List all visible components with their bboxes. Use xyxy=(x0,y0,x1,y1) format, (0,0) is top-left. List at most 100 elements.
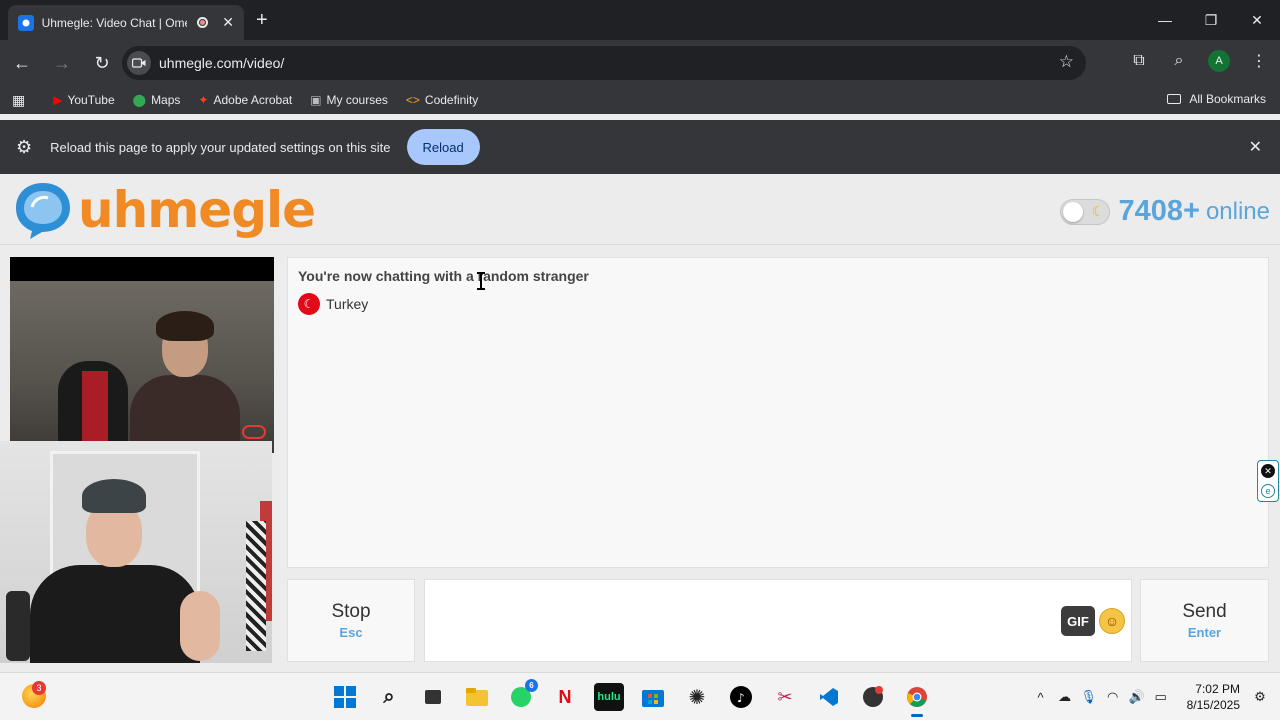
taskbar-apps: ⌕ 6 N hulu ✺ ♪ ✂ xyxy=(330,679,932,717)
obs-icon[interactable] xyxy=(858,683,888,711)
menu-kebab-icon[interactable]: ⋮ xyxy=(1248,51,1270,71)
uhmegle-logo[interactable]: uhmegle xyxy=(12,179,316,241)
apps-grid-icon[interactable]: ▦ xyxy=(12,92,25,109)
system-tray: ^ ☁ 🎙 ◠ 🔊 ▭ 7:02 PM 8/15/2025 ⚙ xyxy=(1029,673,1280,720)
message-input[interactable]: GIF ☺ xyxy=(424,579,1132,662)
all-bookmarks-button[interactable]: All Bookmarks xyxy=(1167,92,1266,106)
chat-status-message: You're now chatting with a random strang… xyxy=(298,268,589,284)
window-close-icon[interactable]: ✕ xyxy=(1234,0,1280,40)
browser-tab[interactable]: Uhmegle: Video Chat | Ome ✕ xyxy=(8,5,244,40)
maps-icon: ⬤ xyxy=(132,93,147,107)
self-cap xyxy=(82,479,146,513)
clock-date: 8/15/2025 xyxy=(1186,698,1240,712)
bookmark-youtube[interactable]: ▶ YouTube xyxy=(53,93,114,107)
country-name: Turkey xyxy=(326,296,369,312)
wifi-icon[interactable]: ◠ xyxy=(1101,689,1125,705)
bookmark-label: Codefinity xyxy=(424,93,479,107)
microsoft-store-icon[interactable] xyxy=(638,683,668,711)
new-tab-button[interactable]: + xyxy=(256,9,268,32)
widget-close-icon[interactable]: ✕ xyxy=(1261,464,1275,478)
tab-close-icon[interactable]: ✕ xyxy=(222,14,234,31)
moon-icon: ☾ xyxy=(1091,202,1105,219)
bookmark-adobe-acrobat[interactable]: ✦ Adobe Acrobat xyxy=(198,93,292,107)
bookmark-my-courses[interactable]: ▣ My courses xyxy=(310,93,388,107)
bookmark-star-icon[interactable]: ☆ xyxy=(1059,52,1074,72)
stop-label: Stop xyxy=(331,601,371,622)
courses-icon: ▣ xyxy=(310,93,322,107)
extensions-icon[interactable]: ⧉ xyxy=(1128,52,1150,70)
clock[interactable]: 7:02 PM 8/15/2025 xyxy=(1187,681,1240,713)
self-arm xyxy=(180,591,220,661)
self-video xyxy=(0,441,272,663)
bookmarks-bar: ▦ ▶ YouTube ⬤ Maps ✦ Adobe Acrobat ▣ My cour… xyxy=(0,86,1280,114)
send-label: Send xyxy=(1182,601,1227,622)
widgets-badge: 3 xyxy=(32,681,46,695)
online-count: 7408+ xyxy=(1118,195,1200,227)
stranger-hair xyxy=(156,311,214,341)
uhmegle-page: uhmegle ☾ 7408+ online You're now chatti… xyxy=(0,175,1280,672)
onedrive-icon[interactable]: ☁ xyxy=(1053,689,1077,705)
bookmark-maps[interactable]: ⬤ Maps xyxy=(133,93,181,107)
tiktok-icon[interactable]: ♪ xyxy=(726,683,756,711)
toggle-knob xyxy=(1063,201,1084,222)
chair xyxy=(6,591,30,661)
logo-text: uhmegle xyxy=(78,181,316,239)
netflix-icon[interactable]: N xyxy=(550,683,580,711)
reload-icon[interactable]: ↻ xyxy=(84,45,120,81)
like-heart-icon[interactable] xyxy=(242,425,266,439)
search-icon[interactable]: ⌕ xyxy=(374,683,404,711)
restore-icon[interactable]: ❐ xyxy=(1188,0,1234,40)
clock-time: 7:02 PM xyxy=(1195,682,1240,696)
widget-e-icon[interactable]: e xyxy=(1261,484,1275,498)
gaming-chair-stripe xyxy=(82,371,108,441)
microphone-icon[interactable]: 🎙 xyxy=(1077,689,1101,705)
emoji-icon[interactable]: ☺ xyxy=(1099,608,1125,634)
vscode-icon[interactable] xyxy=(814,683,844,711)
chrome-icon[interactable] xyxy=(902,683,932,717)
snipping-tool-icon[interactable]: ✂ xyxy=(770,683,800,711)
browser-toolbar: ← → ↻ uhmegle.com/video/ ☆ ⧉ ⌕ A ⋮ xyxy=(0,40,1280,86)
address-bar[interactable]: uhmegle.com/video/ ☆ xyxy=(122,46,1086,80)
side-widget[interactable]: ✕ e xyxy=(1257,460,1279,502)
notifications-icon[interactable]: ⚙ xyxy=(1248,689,1272,705)
bookmark-codefinity[interactable]: <> Codefinity xyxy=(406,93,478,107)
site-camera-icon[interactable] xyxy=(127,51,151,75)
task-view-icon[interactable] xyxy=(418,683,448,711)
url-text: uhmegle.com/video/ xyxy=(159,55,285,71)
reload-button[interactable]: Reload xyxy=(406,129,480,165)
minimize-icon[interactable]: — xyxy=(1142,0,1188,40)
chevron-up-icon[interactable]: ^ xyxy=(1029,690,1053,705)
gif-button[interactable]: GIF xyxy=(1061,606,1095,636)
profile-avatar[interactable]: A xyxy=(1208,50,1230,72)
battery-icon[interactable]: ▭ xyxy=(1149,689,1173,705)
back-icon[interactable]: ← xyxy=(4,45,40,81)
turkey-flag-icon: ☾ xyxy=(298,293,320,315)
self-body xyxy=(30,565,200,663)
youtube-icon: ▶ xyxy=(53,93,63,107)
hulu-icon[interactable]: hulu xyxy=(594,683,624,711)
acrobat-icon: ✦ xyxy=(198,93,209,107)
send-button[interactable]: Send Enter xyxy=(1140,579,1269,662)
infobar-close-icon[interactable]: ✕ xyxy=(1249,137,1262,157)
site-header: uhmegle ☾ 7408+ online xyxy=(0,175,1280,245)
uhmegle-favicon-icon xyxy=(18,14,34,31)
tab-search-icon[interactable]: ⌕ xyxy=(1168,52,1190,70)
bookmark-label: Adobe Acrobat xyxy=(213,93,293,107)
whatsapp-icon[interactable]: 6 xyxy=(506,679,538,711)
windows-taskbar: 3 ⌕ 6 N hulu ✺ ♪ ✂ ^ ☁ 🎙 ◠ 🔊 ▭ 7:02 PM 8… xyxy=(0,672,1280,720)
file-explorer-icon[interactable] xyxy=(462,683,492,711)
chatgpt-icon[interactable]: ✺ xyxy=(682,683,712,711)
recording-indicator-icon xyxy=(197,17,209,28)
bookmark-label: YouTube xyxy=(67,93,115,107)
codefinity-icon: <> xyxy=(405,93,420,107)
tab-title: Uhmegle: Video Chat | Ome xyxy=(41,15,188,30)
chat-log[interactable]: You're now chatting with a random strang… xyxy=(287,257,1269,568)
infobar-message: Reload this page to apply your updated s… xyxy=(50,139,391,155)
windows-start-icon[interactable] xyxy=(330,683,360,711)
forward-icon[interactable]: → xyxy=(44,45,80,81)
volume-icon[interactable]: 🔊 xyxy=(1125,689,1149,705)
curtain xyxy=(246,521,266,651)
stop-button[interactable]: Stop Esc xyxy=(287,579,415,662)
dark-mode-toggle[interactable]: ☾ xyxy=(1060,198,1111,225)
text-cursor-icon xyxy=(477,272,485,290)
